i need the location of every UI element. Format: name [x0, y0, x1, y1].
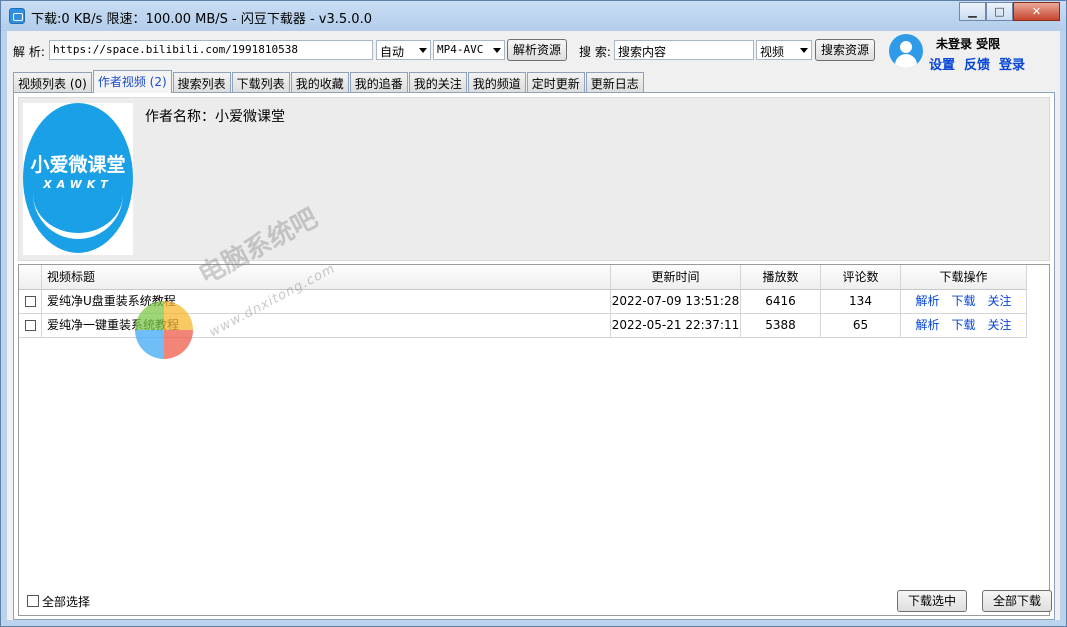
- table-header: 视频标题 更新时间 播放数 评论数 下载操作: [19, 265, 1027, 290]
- login-link[interactable]: 登录: [999, 54, 1025, 73]
- avatar[interactable]: [889, 34, 923, 68]
- tab-scheduled-update[interactable]: 定时更新: [526, 72, 585, 93]
- app-window: 下载:0 KB/s 限速：100.00 MB/S - 闪豆下载器 - v3.5.…: [0, 0, 1067, 627]
- row-checkbox-cell: [19, 290, 42, 314]
- row-actions: 解析 下载 关注: [901, 290, 1027, 314]
- maximize-button[interactable]: □: [986, 2, 1013, 21]
- search-type-select[interactable]: 视频: [756, 40, 812, 60]
- login-status: 未登录 受限: [936, 37, 1001, 51]
- client-area: 解 析: https://space.bilibili.com/19918105…: [7, 31, 1060, 620]
- search-button[interactable]: 搜索资源: [815, 39, 875, 61]
- table-row[interactable]: 爱纯净U盘重装系统教程 2022-07-09 13:51:28 6416 134…: [19, 290, 1027, 314]
- header-checkbox-col: [19, 265, 42, 290]
- format-select[interactable]: MP4-AVC: [433, 40, 505, 60]
- video-table: 视频标题 更新时间 播放数 评论数 下载操作 爱纯净U盘重装系统教程 2022-…: [18, 264, 1050, 616]
- col-actions[interactable]: 下载操作: [901, 265, 1027, 290]
- tab-video-list[interactable]: 视频列表 (0): [13, 72, 92, 93]
- tab-channels[interactable]: 我的频道: [467, 72, 526, 93]
- search-label: 搜 索:: [579, 45, 611, 59]
- parse-label: 解 析:: [13, 45, 45, 59]
- search-type-value: 视频: [760, 45, 785, 59]
- parse-link[interactable]: 解析: [915, 318, 939, 332]
- col-title[interactable]: 视频标题: [42, 265, 611, 290]
- quality-select[interactable]: 自动: [376, 40, 431, 60]
- row-comments: 65: [821, 314, 901, 338]
- col-plays[interactable]: 播放数: [741, 265, 821, 290]
- row-checkbox-cell: [19, 314, 42, 338]
- title-bar[interactable]: 下载:0 KB/s 限速：100.00 MB/S - 闪豆下载器 - v3.5.…: [1, 1, 1066, 31]
- row-title: 爱纯净一键重装系统教程: [42, 314, 611, 338]
- chevron-down-icon: [800, 48, 808, 53]
- tab-bangumi[interactable]: 我的追番: [349, 72, 408, 93]
- table-row[interactable]: 爱纯净一键重装系统教程 2022-05-21 22:37:11 5388 65 …: [19, 314, 1027, 338]
- author-name: 作者名称：小爱微课堂: [145, 109, 285, 125]
- tab-search-list[interactable]: 搜索列表: [172, 72, 231, 93]
- tab-author-videos[interactable]: 作者视频 (2): [92, 70, 172, 93]
- row-actions: 解析 下载 关注: [901, 314, 1027, 338]
- chevron-down-icon: [493, 48, 501, 53]
- col-time[interactable]: 更新时间: [611, 265, 741, 290]
- search-input[interactable]: 搜索内容: [614, 40, 754, 60]
- author-info: 小爱微课堂 XAWKT 作者名称：小爱微课堂: [18, 97, 1050, 261]
- download-link[interactable]: 下载: [951, 294, 975, 308]
- author-avatar: 小爱微课堂 XAWKT: [23, 103, 133, 255]
- author-logo-subtext: XAWKT: [43, 178, 113, 191]
- author-videos-panel: 小爱微课堂 XAWKT 作者名称：小爱微课堂 视频标题 更新时间 播放数 评论数…: [13, 92, 1055, 620]
- follow-link[interactable]: 关注: [988, 318, 1012, 332]
- row-comments: 134: [821, 290, 901, 314]
- close-button[interactable]: ✕: [1013, 2, 1060, 21]
- row-time: 2022-07-09 13:51:28: [611, 290, 741, 314]
- chevron-down-icon: [419, 48, 427, 53]
- download-all-button[interactable]: 全部下载: [982, 590, 1052, 612]
- parse-url-input[interactable]: https://space.bilibili.com/1991810538: [49, 40, 373, 60]
- select-all-label[interactable]: 全部选择: [42, 593, 90, 610]
- tab-favorites[interactable]: 我的收藏: [290, 72, 349, 93]
- row-checkbox[interactable]: [25, 296, 36, 307]
- follow-link[interactable]: 关注: [988, 294, 1012, 308]
- col-comments[interactable]: 评论数: [821, 265, 901, 290]
- tab-following[interactable]: 我的关注: [408, 72, 467, 93]
- quality-select-value: 自动: [380, 45, 405, 59]
- user-icon-body: [895, 54, 917, 68]
- row-title: 爱纯净U盘重装系统教程: [42, 290, 611, 314]
- parse-link[interactable]: 解析: [915, 294, 939, 308]
- row-checkbox[interactable]: [25, 320, 36, 331]
- row-plays: 5388: [741, 314, 821, 338]
- row-plays: 6416: [741, 290, 821, 314]
- user-icon: [900, 41, 912, 53]
- minimize-button[interactable]: ▁: [959, 2, 986, 21]
- tab-changelog[interactable]: 更新日志: [585, 72, 644, 93]
- format-select-value: MP4-AVC: [437, 43, 484, 56]
- app-icon: [9, 8, 25, 24]
- settings-link[interactable]: 设置: [929, 54, 955, 73]
- download-link[interactable]: 下载: [951, 318, 975, 332]
- tab-bar: 视频列表 (0) 作者视频 (2) 搜索列表 下载列表 我的收藏 我的追番 我的…: [13, 70, 645, 93]
- row-time: 2022-05-21 22:37:11: [611, 314, 741, 338]
- window-title: 下载:0 KB/s 限速：100.00 MB/S - 闪豆下载器 - v3.5.…: [31, 12, 372, 27]
- feedback-link[interactable]: 反馈: [964, 54, 990, 73]
- parse-button[interactable]: 解析资源: [507, 39, 567, 61]
- download-selected-button[interactable]: 下载选中: [897, 590, 967, 612]
- select-all-checkbox[interactable]: [27, 595, 39, 607]
- tab-download-list[interactable]: 下载列表: [231, 72, 290, 93]
- author-logo-text: 小爱微课堂: [30, 154, 126, 176]
